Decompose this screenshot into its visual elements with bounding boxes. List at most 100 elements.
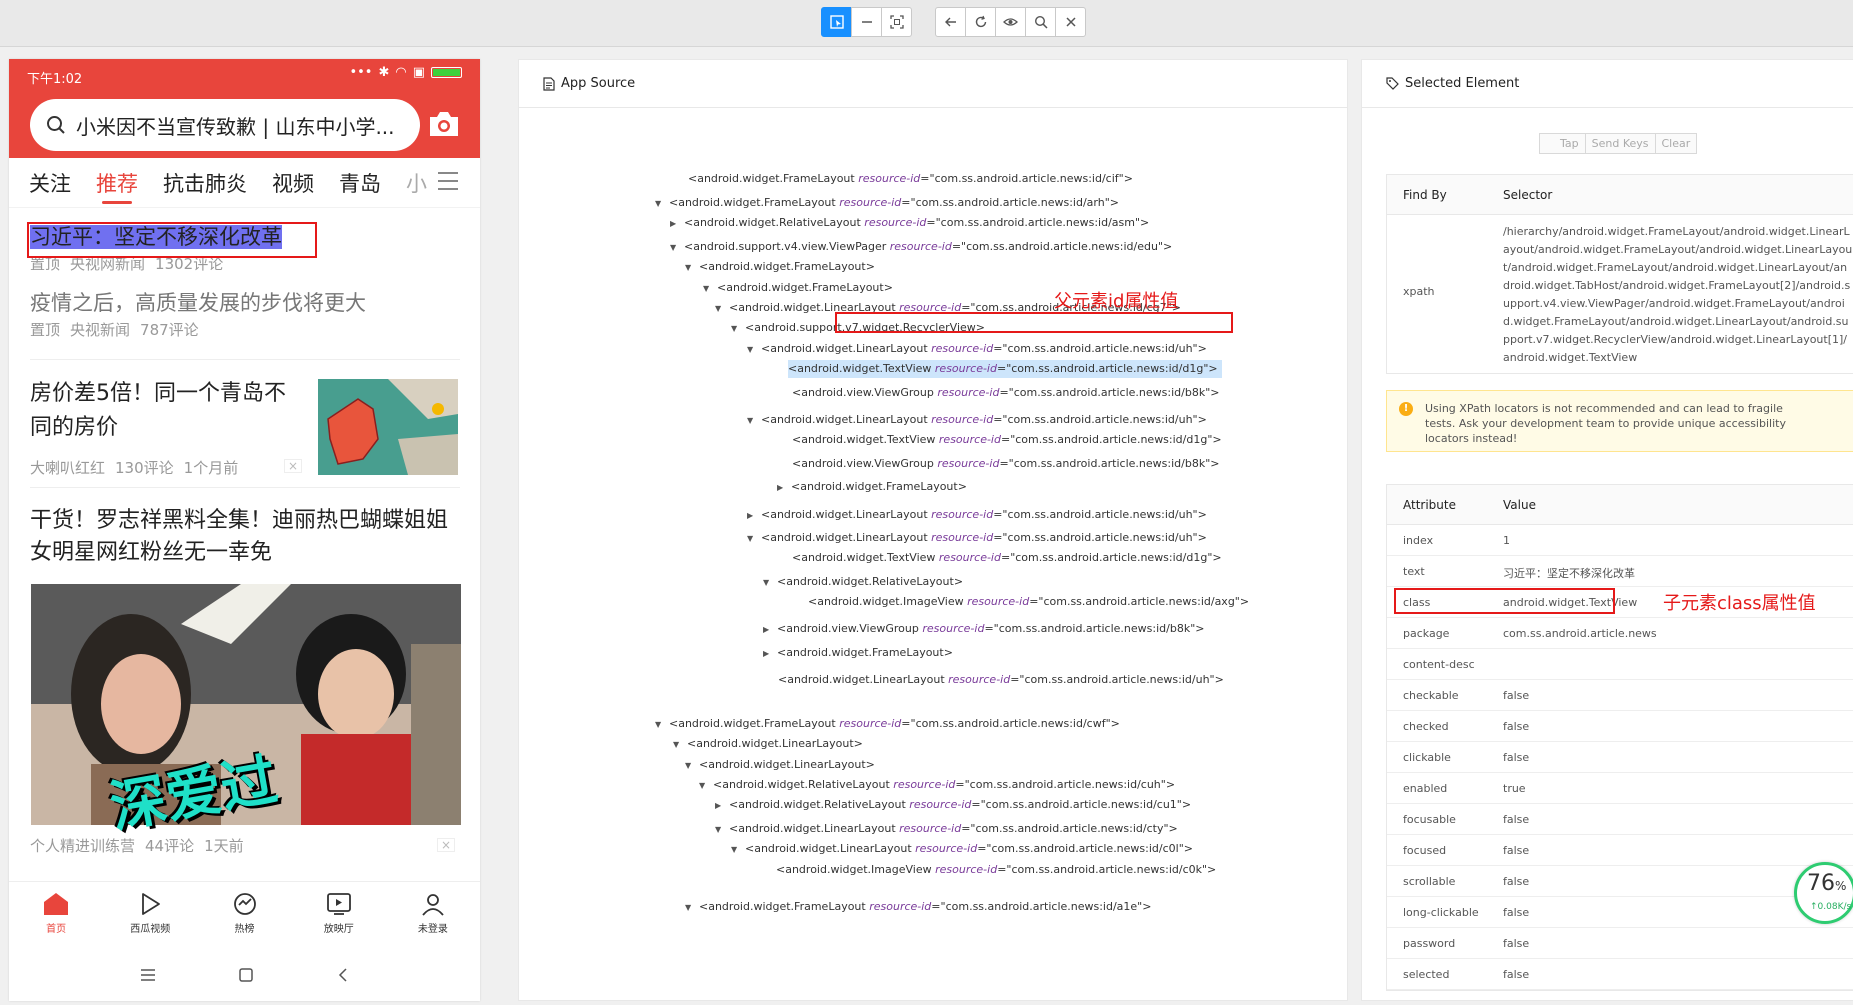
caret-down-icon[interactable]: ▼ <box>685 899 699 917</box>
source-tree-node[interactable]: <android.widget.TextView resource-id="co… <box>788 360 1222 378</box>
source-tree-node[interactable]: ▼ <android.widget.RelativeLayout> <box>763 573 963 591</box>
attribute-value[interactable]: false <box>1503 689 1529 702</box>
quit-session-button[interactable] <box>1055 7 1086 37</box>
source-tree-node[interactable]: ▶ <android.widget.RelativeLayout resource… <box>715 796 1191 814</box>
source-tree-node[interactable]: <android.view.ViewGroup resource-id="com… <box>792 384 1219 402</box>
back-chevron-icon[interactable] <box>337 967 349 983</box>
attribute-value[interactable]: true <box>1503 782 1526 795</box>
tab-tuijian[interactable]: 推荐 <box>96 168 138 204</box>
clear-button[interactable]: Clear <box>1654 133 1698 154</box>
attribute-value[interactable]: false <box>1503 751 1529 764</box>
caret-down-icon[interactable]: ▼ <box>685 757 699 775</box>
source-tree-node[interactable]: ▼ <android.widget.RelativeLayout resource… <box>699 776 1175 794</box>
caret-down-icon[interactable]: ▼ <box>703 280 717 298</box>
attribute-value[interactable]: false <box>1503 813 1529 826</box>
search-box[interactable]: 小米因不当宣传致歉 | 山东中小学... <box>30 99 420 151</box>
source-tree-node[interactable]: <android.widget.ImageView resource-id="c… <box>808 593 1249 611</box>
attribute-value[interactable]: 1 <box>1503 534 1510 547</box>
nav-cinema[interactable]: 放映厅 <box>292 882 386 945</box>
source-tree-node[interactable]: ▼ <android.widget.LinearLayout resource-i… <box>747 411 1207 429</box>
source-tree-node[interactable]: ▼ <android.widget.FrameLayout> <box>685 258 875 276</box>
refresh-button[interactable] <box>965 7 996 37</box>
dismiss-icon[interactable]: × <box>437 838 455 852</box>
tab-guanzhu[interactable]: 关注 <box>29 168 71 198</box>
source-tree-node[interactable]: <android.widget.TextView resource-id="co… <box>792 431 1222 449</box>
source-tree-node[interactable]: ▼ <android.widget.LinearLayout resource-i… <box>747 340 1207 358</box>
caret-right-icon[interactable]: ▶ <box>763 621 777 639</box>
selector-value[interactable]: /hierarchy/android.widget.FrameLayout/an… <box>1503 223 1853 367</box>
caret-right-icon[interactable]: ▶ <box>747 507 761 525</box>
source-tree-node[interactable]: ▶ <android.view.ViewGroup resource-id="co… <box>763 620 1204 638</box>
attribute-value[interactable]: false <box>1503 844 1529 857</box>
nav-home[interactable]: 首页 <box>9 882 103 945</box>
nav-hot-list[interactable]: 热榜 <box>197 882 291 945</box>
select-elements-button[interactable] <box>821 7 852 37</box>
attribute-value[interactable]: false <box>1503 968 1529 981</box>
source-tree-node[interactable]: ▼ <android.widget.LinearLayout resource-i… <box>731 840 1193 858</box>
source-tree-node[interactable]: <android.widget.ImageView resource-id="c… <box>776 861 1216 879</box>
source-tree-node[interactable]: <android.widget.FrameLayout resource-id=… <box>688 170 1133 188</box>
caret-down-icon[interactable]: ▼ <box>715 300 729 318</box>
source-tree-node[interactable]: ▶ <android.widget.RelativeLayout resource… <box>670 214 1149 232</box>
attribute-value[interactable]: 习近平：坚定不移深化改革 <box>1503 565 1635 581</box>
tab-shipin[interactable]: 视频 <box>272 168 314 198</box>
caret-right-icon[interactable]: ▶ <box>715 797 729 815</box>
caret-right-icon[interactable]: ▶ <box>763 645 777 663</box>
caret-down-icon[interactable]: ▼ <box>699 777 713 795</box>
home-square-icon[interactable] <box>238 967 254 983</box>
show-hide-button[interactable] <box>995 7 1026 37</box>
caret-down-icon[interactable]: ▼ <box>747 530 761 548</box>
caret-down-icon[interactable]: ▼ <box>673 736 687 754</box>
caret-down-icon[interactable]: ▼ <box>655 195 669 213</box>
source-tree-node[interactable]: ▼ <android.widget.FrameLayout resource-id… <box>655 715 1120 733</box>
caret-down-icon[interactable]: ▼ <box>731 320 745 338</box>
news-item[interactable]: 疫情之后，高质量发展的步伐将更大 置顶 央视新闻 787评论 <box>30 287 460 340</box>
caret-down-icon[interactable]: ▼ <box>763 574 777 592</box>
attribute-value[interactable]: false <box>1503 875 1529 888</box>
back-button[interactable] <box>935 7 966 37</box>
caret-down-icon[interactable]: ▼ <box>685 259 699 277</box>
camera-icon[interactable] <box>427 109 461 139</box>
tap-button[interactable]: Tap <box>1539 133 1586 154</box>
source-tree-node[interactable]: ▼ <android.widget.FrameLayout resource-id… <box>685 898 1151 916</box>
news-item[interactable]: 房价差5倍！同一个青岛不同的房价 大喇叭红红 130评论 1个月前 <box>30 377 310 478</box>
caret-down-icon[interactable]: ▼ <box>747 341 761 359</box>
caret-down-icon[interactable]: ▼ <box>655 716 669 734</box>
tab-qingdao[interactable]: 青岛 <box>339 168 381 198</box>
attribute-value[interactable]: com.ss.android.article.news <box>1503 627 1657 640</box>
channel-menu-icon[interactable] <box>438 172 458 190</box>
caret-right-icon[interactable]: ▶ <box>777 479 791 497</box>
source-tree-node[interactable]: ▼ <android.widget.LinearLayout resource-i… <box>715 820 1178 838</box>
caret-down-icon[interactable]: ▼ <box>747 412 761 430</box>
device-screenshot[interactable]: 下午1:02 ••• ✱ ◠ ▣ 小米因不当宣传致歉 | 山东中小学... 关注… <box>9 59 480 1001</box>
source-tree-node[interactable]: ▶ <android.widget.FrameLayout> <box>777 478 967 496</box>
source-tree-node[interactable]: ▼ <android.widget.LinearLayout> <box>673 735 863 753</box>
menu-icon[interactable] <box>140 968 156 982</box>
caret-down-icon[interactable]: ▼ <box>731 841 745 859</box>
nav-login[interactable]: 未登录 <box>386 882 480 945</box>
tab-kangji-feiyan[interactable]: 抗击肺炎 <box>163 168 247 198</box>
source-tree-node[interactable]: <android.view.ViewGroup resource-id="com… <box>792 455 1219 473</box>
caret-right-icon[interactable]: ▶ <box>670 215 684 233</box>
dismiss-icon[interactable]: × <box>284 459 302 473</box>
source-tree-node[interactable]: ▶ <android.widget.LinearLayout resource-i… <box>747 506 1207 524</box>
source-tree-node[interactable]: ▼ <android.widget.FrameLayout> <box>703 279 893 297</box>
source-tree-node[interactable]: <android.widget.TextView resource-id="co… <box>792 549 1222 567</box>
send-keys-button[interactable]: Send Keys <box>1584 133 1656 154</box>
source-tree-node[interactable]: ▼ <android.widget.LinearLayout resource-i… <box>747 529 1207 547</box>
news-item[interactable]: 干货！罗志祥黑料全集！迪丽热巴蝴蝶姐姐女明星网红粉丝无一幸免 <box>30 505 460 569</box>
source-tree-node[interactable]: ▶ <android.widget.FrameLayout> <box>763 644 953 662</box>
caret-down-icon[interactable]: ▼ <box>670 239 684 257</box>
attribute-value[interactable]: false <box>1503 720 1529 733</box>
nav-xigua-video[interactable]: 西瓜视频 <box>103 882 197 945</box>
source-tree-node[interactable]: <android.widget.LinearLayout resource-id… <box>778 671 1224 689</box>
attribute-value[interactable]: false <box>1503 906 1529 919</box>
source-tree-node[interactable]: ▼ <android.support.v4.view.ViewPager reso… <box>670 238 1172 256</box>
source-tree-node[interactable]: ▼ <android.widget.FrameLayout resource-id… <box>655 194 1119 212</box>
search-button[interactable] <box>1025 7 1056 37</box>
attribute-value[interactable]: false <box>1503 937 1529 950</box>
caret-down-icon[interactable]: ▼ <box>715 821 729 839</box>
source-tree-node[interactable]: ▼ <android.widget.LinearLayout> <box>685 756 875 774</box>
tab-xiao[interactable]: 小 <box>406 168 427 198</box>
swipe-button[interactable] <box>851 7 882 37</box>
